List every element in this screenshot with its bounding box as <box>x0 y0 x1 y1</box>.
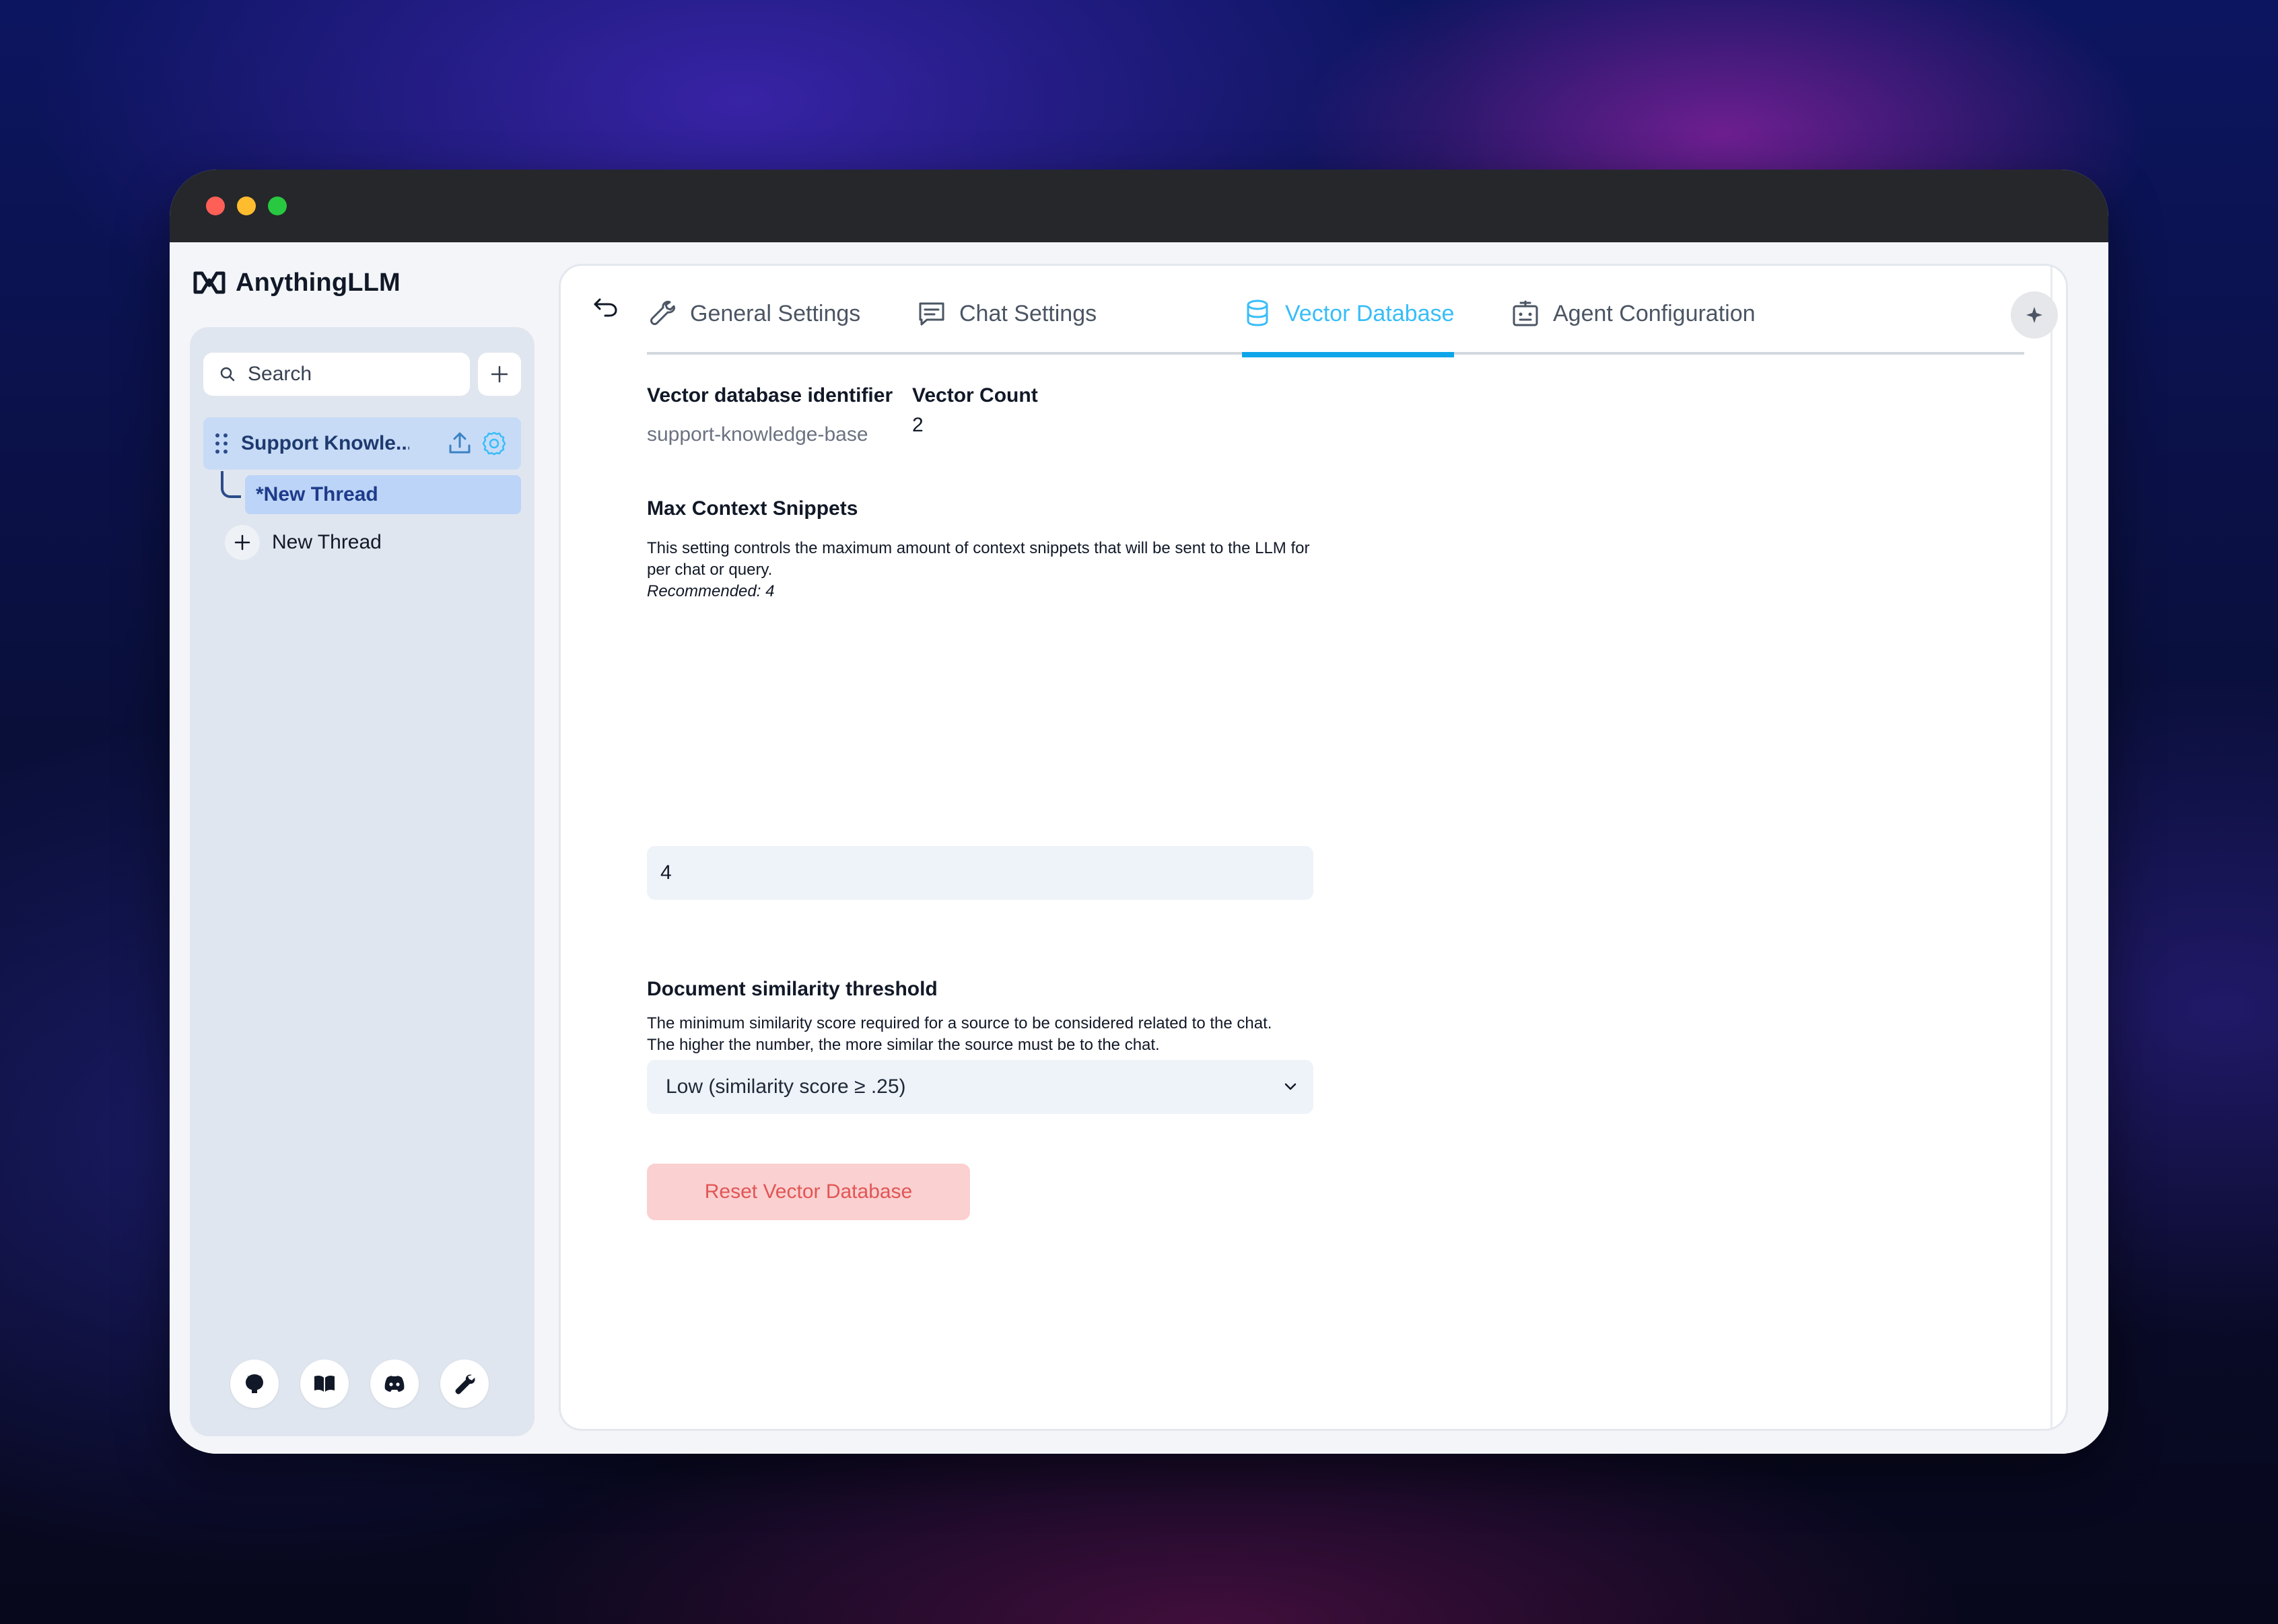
tab-label: General Settings <box>690 301 861 326</box>
reset-vector-database-button[interactable]: Reset Vector Database <box>647 1164 970 1220</box>
discord-icon <box>384 1376 405 1392</box>
new-thread-button[interactable]: New Thread <box>225 524 382 561</box>
tab-general-settings[interactable]: General Settings <box>647 294 860 355</box>
search-input[interactable]: Search <box>203 353 470 396</box>
docs-button[interactable] <box>300 1360 349 1408</box>
github-icon <box>246 1374 263 1393</box>
similarity-threshold-description: The minimum similarity score required fo… <box>647 1013 1360 1056</box>
similarity-selected-value: Low (similarity score ≥ .25) <box>666 1075 906 1098</box>
database-icon <box>1247 299 1268 326</box>
sidebar-footer <box>230 1360 489 1408</box>
maximize-window-button[interactable] <box>268 197 287 215</box>
search-icon <box>220 367 235 382</box>
tab-agent-configuration[interactable]: Agent Configuration <box>1510 294 1756 355</box>
app-content: AnythingLLM Search Support Knowle... *Ne… <box>170 242 2108 1454</box>
tab-label: Vector Database <box>1285 301 1455 326</box>
scrollbar-track[interactable] <box>2050 266 2052 1429</box>
workspace-item[interactable]: Support Knowle... <box>203 417 521 470</box>
max-context-snippets-description: This setting controls the maximum amount… <box>647 538 1320 602</box>
upload-icon[interactable] <box>447 431 473 456</box>
vector-count-label: Vector Count <box>912 384 1038 407</box>
thread-item[interactable]: *New Thread <box>245 475 521 514</box>
sparkle-icon <box>2026 307 2042 323</box>
plus-icon <box>491 365 508 383</box>
tab-chat-settings[interactable]: Chat Settings <box>916 294 1097 355</box>
settings-button[interactable] <box>440 1360 489 1408</box>
max-context-snippets-input[interactable]: 4 <box>647 846 1313 900</box>
max-context-snippets-label: Max Context Snippets <box>647 497 858 520</box>
max-context-snippets-help: This setting controls the maximum amount… <box>647 539 1310 579</box>
search-placeholder: Search <box>248 363 312 385</box>
settings-wrench-icon <box>455 1374 475 1394</box>
docs-book-icon <box>314 1375 335 1392</box>
thread-label: *New Thread <box>256 483 378 505</box>
minimize-window-button[interactable] <box>237 197 256 215</box>
github-button[interactable] <box>230 1360 279 1408</box>
tab-label: Agent Configuration <box>1553 301 1756 326</box>
similarity-help-line-1: The minimum similarity score required fo… <box>647 1014 1272 1032</box>
wrench-icon <box>650 301 675 325</box>
thread-connector <box>221 471 241 498</box>
settings-tabs: General Settings Chat Settings Vector Da… <box>647 294 2024 357</box>
robot-icon <box>1513 300 1538 326</box>
vector-db-identifier-value: support-knowledge-base <box>647 423 868 446</box>
chat-icon <box>919 302 944 326</box>
similarity-help-line-2: The higher the number, the more similar … <box>647 1036 1160 1054</box>
similarity-threshold-select[interactable]: Low (similarity score ≥ .25) <box>647 1060 1313 1114</box>
chevron-down-icon <box>1284 1083 1297 1090</box>
vector-db-identifier-label: Vector database identifier <box>647 384 893 407</box>
brand: AnythingLLM <box>193 262 401 303</box>
workspace-name: Support Knowle... <box>241 432 409 454</box>
gear-icon[interactable] <box>481 430 508 457</box>
new-thread-label: New Thread <box>272 531 382 553</box>
anythingllm-logo-icon <box>193 271 226 294</box>
title-bar <box>170 170 2108 242</box>
similarity-threshold-label: Document similarity threshold <box>647 978 938 1000</box>
app-window: AnythingLLM Search Support Knowle... *Ne… <box>170 170 2108 1454</box>
discord-button[interactable] <box>370 1360 419 1408</box>
close-window-button[interactable] <box>206 197 225 215</box>
recommended-note: Recommended: 4 <box>647 582 775 600</box>
brand-name: AnythingLLM <box>236 268 401 297</box>
vector-count-value: 2 <box>912 414 924 436</box>
drag-handle-icon[interactable] <box>213 431 230 456</box>
sidebar: Search Support Knowle... *New Thread New… <box>190 327 534 1436</box>
back-arrow-icon[interactable] <box>592 294 620 322</box>
new-workspace-button[interactable] <box>478 353 521 396</box>
tab-label: Chat Settings <box>959 301 1097 326</box>
plus-icon <box>225 525 260 560</box>
workspace-settings-panel: General Settings Chat Settings Vector Da… <box>559 264 2068 1431</box>
tab-vector-database[interactable]: Vector Database <box>1242 294 1455 357</box>
sparkle-button[interactable] <box>2011 291 2058 339</box>
